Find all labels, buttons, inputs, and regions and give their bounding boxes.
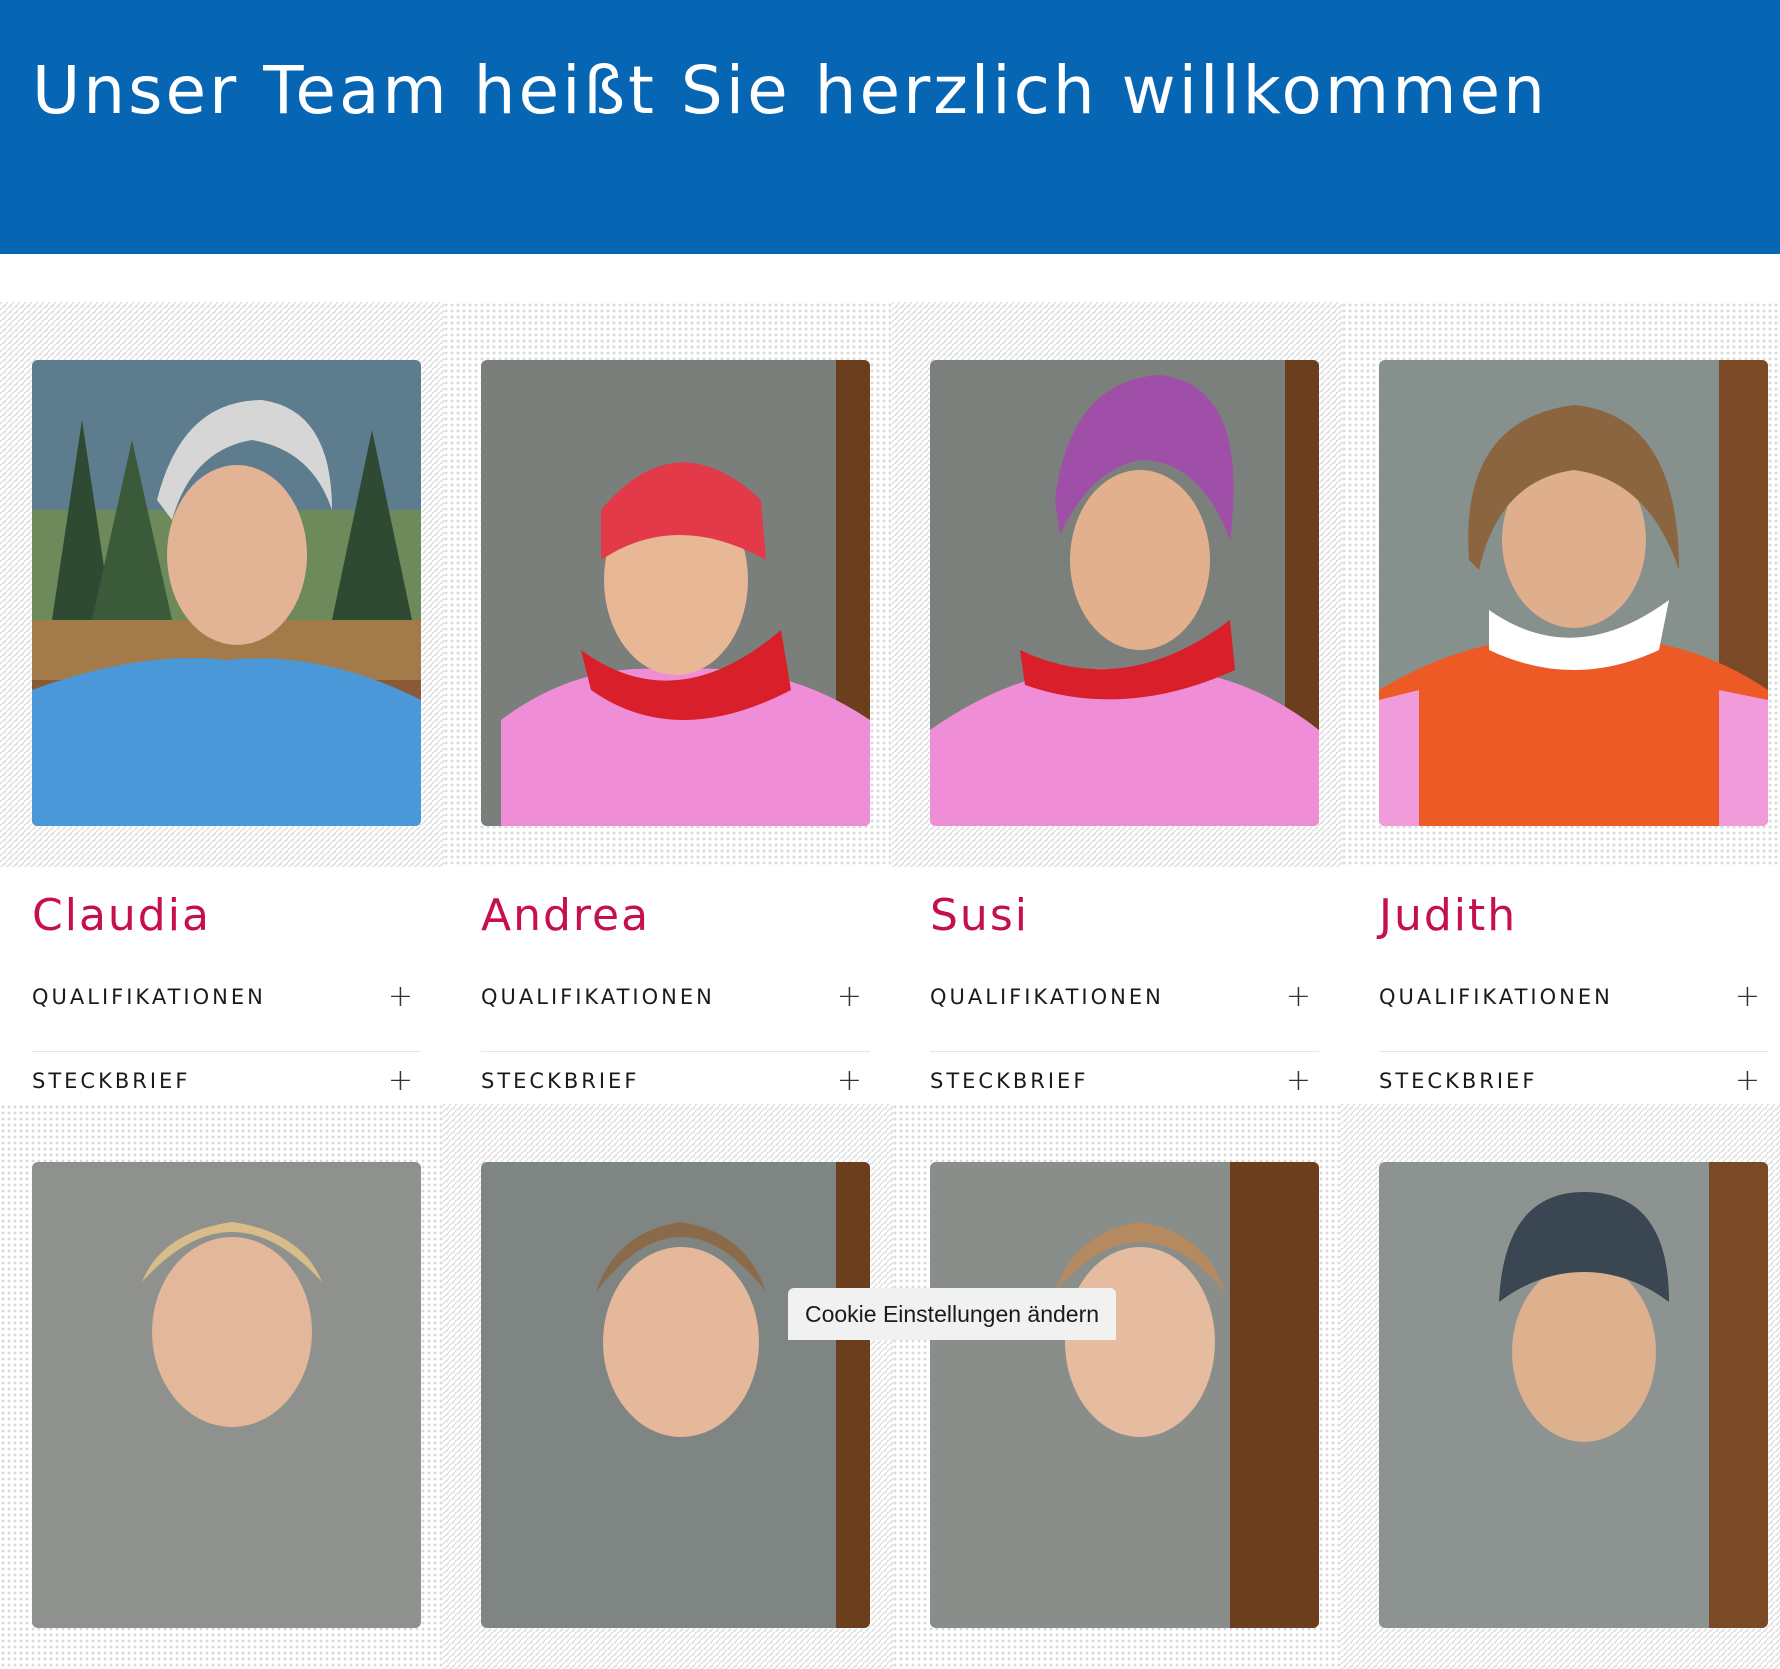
member-name: Andrea [481, 890, 651, 941]
team-photo-judith [1379, 360, 1768, 826]
qualifikationen-toggle[interactable]: QUALIFIKATIONEN + [930, 982, 1319, 1012]
plus-icon: + [1285, 1063, 1311, 1098]
plus-icon: + [387, 979, 413, 1014]
plus-icon: + [836, 979, 862, 1014]
team-card-row2-2 [443, 1104, 893, 1669]
steckbrief-label: STECKBRIEF [1379, 1069, 1538, 1093]
team-card-row2-3 [892, 1104, 1342, 1669]
member-name: Susi [930, 890, 1029, 941]
team-photo [930, 1162, 1319, 1628]
photo-frame [0, 302, 444, 867]
team-card-andrea: Andrea QUALIFIKATIONEN + STECKBRIEF + [443, 302, 893, 1096]
photo-frame [443, 1104, 893, 1669]
qualifikationen-toggle[interactable]: QUALIFIKATIONEN + [32, 982, 421, 1012]
team-card-row2-1 [0, 1104, 444, 1669]
photo-frame [1341, 302, 1780, 867]
team-photo [481, 1162, 870, 1628]
photo-frame [443, 302, 893, 867]
photo-frame [892, 1104, 1342, 1669]
steckbrief-toggle[interactable]: STECKBRIEF + [930, 1066, 1319, 1096]
qualifikationen-label: QUALIFIKATIONEN [481, 985, 715, 1009]
steckbrief-toggle[interactable]: STECKBRIEF + [1379, 1066, 1768, 1096]
plus-icon: + [1734, 979, 1760, 1014]
team-card-susi: Susi QUALIFIKATIONEN + STECKBRIEF + [892, 302, 1342, 1096]
team-card-row2-4 [1341, 1104, 1780, 1669]
team-photo-andrea [481, 360, 870, 826]
steckbrief-toggle[interactable]: STECKBRIEF + [32, 1066, 421, 1096]
team-photo [32, 1162, 421, 1628]
steckbrief-label: STECKBRIEF [481, 1069, 640, 1093]
steckbrief-label: STECKBRIEF [930, 1069, 1089, 1093]
team-grid: Claudia QUALIFIKATIONEN + STECKBRIEF + A… [0, 0, 1780, 1669]
photo-frame [1341, 1104, 1780, 1669]
cookie-settings-button[interactable]: Cookie Einstellungen ändern [788, 1288, 1116, 1340]
divider [930, 1051, 1319, 1052]
photo-frame [892, 302, 1342, 867]
qualifikationen-label: QUALIFIKATIONEN [32, 985, 266, 1009]
team-photo-susi [930, 360, 1319, 826]
team-card-claudia: Claudia QUALIFIKATIONEN + STECKBRIEF + [0, 302, 444, 1096]
qualifikationen-label: QUALIFIKATIONEN [930, 985, 1164, 1009]
team-card-judith: Judith QUALIFIKATIONEN + STECKBRIEF + [1341, 302, 1780, 1096]
qualifikationen-label: QUALIFIKATIONEN [1379, 985, 1613, 1009]
photo-frame [0, 1104, 444, 1669]
qualifikationen-toggle[interactable]: QUALIFIKATIONEN + [1379, 982, 1768, 1012]
steckbrief-toggle[interactable]: STECKBRIEF + [481, 1066, 870, 1096]
plus-icon: + [836, 1063, 862, 1098]
team-photo [1379, 1162, 1768, 1628]
team-photo-claudia [32, 360, 421, 826]
plus-icon: + [1734, 1063, 1760, 1098]
member-name: Claudia [32, 890, 211, 941]
steckbrief-label: STECKBRIEF [32, 1069, 191, 1093]
member-name: Judith [1379, 890, 1518, 941]
plus-icon: + [1285, 979, 1311, 1014]
plus-icon: + [387, 1063, 413, 1098]
divider [481, 1051, 870, 1052]
divider [1379, 1051, 1768, 1052]
qualifikationen-toggle[interactable]: QUALIFIKATIONEN + [481, 982, 870, 1012]
divider [32, 1051, 421, 1052]
